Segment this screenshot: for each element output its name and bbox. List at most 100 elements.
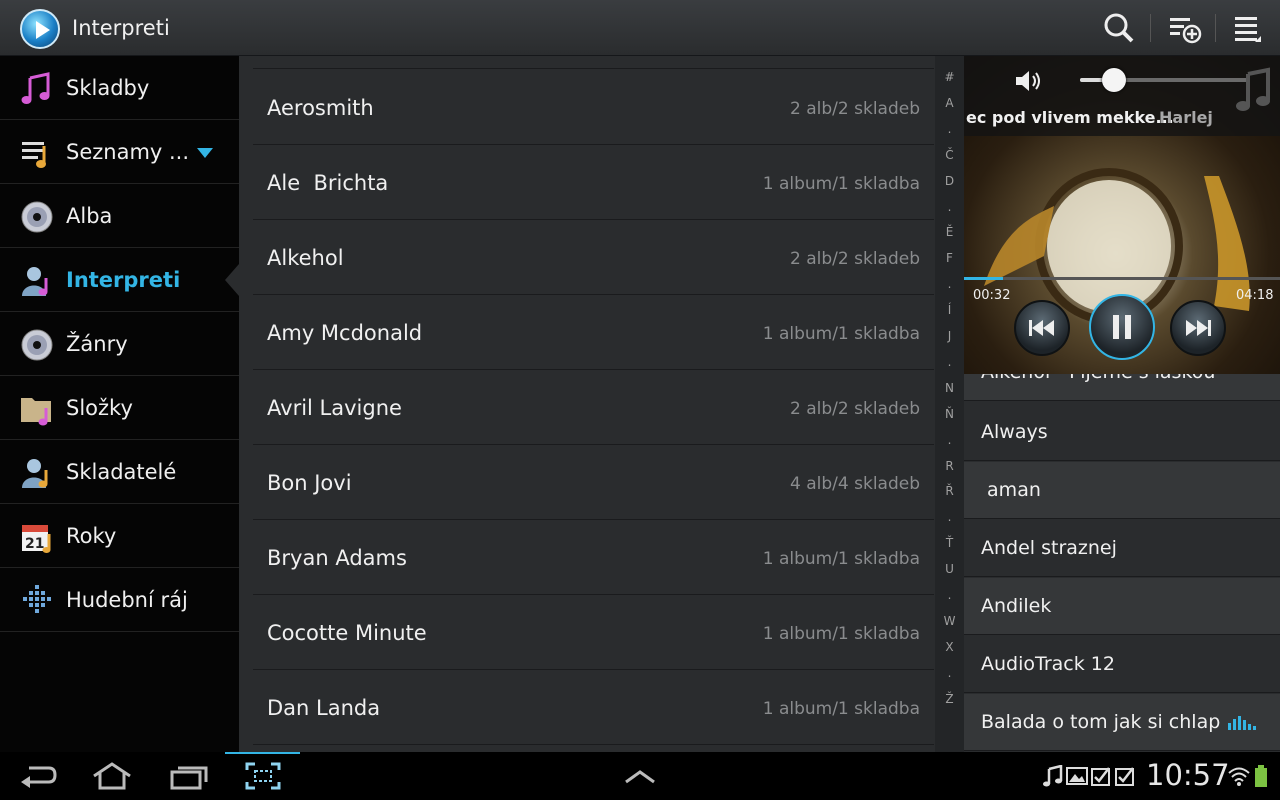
index-letter[interactable]: X <box>935 640 964 654</box>
alphabet-index-scroller[interactable]: # A. Č D. Ě F. Í J. N Ň. R Ř. Ť U. W X. Ž <box>935 56 964 752</box>
queue-item-playing[interactable]: Balada o tom jak si chlapec <box>964 694 1280 751</box>
queue-item-label: Balada o tom jak si chlapec <box>981 711 1221 733</box>
artist-count: 1 album/1 skladba <box>762 549 920 569</box>
index-letter[interactable]: . <box>935 277 964 291</box>
artist-icon <box>22 267 48 296</box>
index-letter[interactable]: U <box>935 562 964 576</box>
app-logo-icon[interactable] <box>20 9 60 49</box>
nav-label: Žánry <box>66 332 128 356</box>
index-letter[interactable]: D <box>935 174 964 188</box>
index-letter[interactable]: . <box>935 200 964 214</box>
list-item[interactable]: Avril Lavigne 2 alb/2 skladeb <box>253 370 934 445</box>
nav-item-zanry[interactable]: Žánry <box>0 312 239 376</box>
list-item[interactable] <box>253 56 934 69</box>
list-item[interactable]: Dan Landa 1 album/1 skladba <box>253 670 934 745</box>
home-icon[interactable] <box>90 760 134 792</box>
list-item[interactable]: Aerosmith 2 alb/2 skladeb <box>253 70 934 145</box>
list-item[interactable]: Cocotte Minute 1 album/1 skladba <box>253 595 934 670</box>
nav-item-skladatele[interactable]: Skladatelé <box>0 440 239 504</box>
index-letter[interactable]: Ž <box>935 692 964 706</box>
previous-button[interactable] <box>1014 300 1070 356</box>
queue-item[interactable]: AudioTrack 12 <box>964 636 1280 693</box>
index-letter[interactable]: Č <box>935 148 964 162</box>
next-button[interactable] <box>1170 300 1226 356</box>
checkbox-notification-icon[interactable] <box>1114 765 1136 787</box>
cd-icon <box>21 329 53 361</box>
dropdown-arrow-icon[interactable] <box>196 147 214 159</box>
index-letter[interactable]: . <box>935 510 964 524</box>
music-square-icon <box>23 585 51 613</box>
rewind-icon <box>1029 320 1054 336</box>
recent-apps-icon[interactable] <box>166 760 210 792</box>
index-letter[interactable]: Ě <box>935 225 964 239</box>
artist-count: 2 alb/2 skladeb <box>790 99 920 119</box>
add-to-playlist-icon[interactable] <box>1160 8 1208 48</box>
index-letter[interactable]: . <box>935 122 964 136</box>
system-bar: 10:57 <box>0 752 1280 800</box>
index-letter[interactable]: . <box>935 666 964 680</box>
volume-knob[interactable] <box>1101 68 1126 92</box>
list-item[interactable]: Bon Jovi 4 alb/4 skladeb <box>253 445 934 520</box>
cd-icon <box>21 201 53 233</box>
up-arrow-icon[interactable] <box>618 760 662 792</box>
artist-count: 1 album/1 skladba <box>762 624 920 644</box>
index-letter[interactable]: N <box>935 381 964 395</box>
nav-item-interpreti[interactable]: Interpreti <box>0 248 239 312</box>
now-playing-title: ec pod vlivem mekke... <box>966 108 1174 127</box>
elapsed-time: 00:32 <box>973 288 1011 303</box>
index-letter[interactable]: A <box>935 96 964 110</box>
index-letter[interactable]: F <box>935 251 964 265</box>
nav-item-roky[interactable]: 21 Roky <box>0 504 239 568</box>
queue-item[interactable]: Always <box>964 404 1280 461</box>
index-letter[interactable]: R <box>935 459 964 473</box>
index-letter[interactable]: Í <box>935 303 964 317</box>
artist-name: Alkehol <box>267 246 344 270</box>
music-note-watermark-icon <box>1236 67 1270 111</box>
pause-button[interactable] <box>1089 294 1155 360</box>
screenshot-icon[interactable] <box>241 760 285 792</box>
index-letter[interactable]: # <box>935 70 964 84</box>
index-letter[interactable]: . <box>935 355 964 369</box>
nav-item-alba[interactable]: Alba <box>0 184 239 248</box>
gallery-notification-icon[interactable] <box>1066 765 1088 787</box>
music-notification-icon[interactable] <box>1042 765 1064 787</box>
checkbox-notification-icon[interactable] <box>1090 765 1112 787</box>
volume-slider[interactable] <box>1080 68 1248 92</box>
seek-bar[interactable] <box>964 277 1280 280</box>
total-time: 04:18 <box>1236 288 1274 303</box>
artist-list[interactable]: Aerosmith 2 alb/2 skladeb Ale Brichta 1 … <box>239 56 935 752</box>
artist-name: Avril Lavigne <box>267 396 402 420</box>
nav-item-hudebni-raj[interactable]: Hudební ráj <box>0 568 239 632</box>
volume-icon[interactable] <box>1014 68 1046 94</box>
menu-list-icon[interactable] <box>1225 8 1273 48</box>
mini-player: ec pod vlivem mekke... Harlej 00:32 04:1… <box>964 56 1280 374</box>
queue-item[interactable]: Andel straznej <box>964 520 1280 577</box>
nav-item-seznamy[interactable]: Seznamy ... <box>0 120 239 184</box>
list-item[interactable]: Amy Mcdonald 1 album/1 skladba <box>253 295 934 370</box>
list-item[interactable]: Alkehol 2 alb/2 skladeb <box>253 220 934 295</box>
nav-label: Roky <box>66 524 117 548</box>
index-letter[interactable]: . <box>935 433 964 447</box>
queue-item-label: aman <box>981 479 1041 501</box>
search-icon[interactable] <box>1095 8 1143 48</box>
index-letter[interactable]: . <box>935 588 964 602</box>
nav-item-slozky[interactable]: Složky <box>0 376 239 440</box>
artist-name: Dan Landa <box>267 696 381 720</box>
play-queue[interactable]: Alkehol - Pijeme s láskou Always aman An… <box>964 374 1280 752</box>
index-letter[interactable]: Ť <box>935 536 964 550</box>
queue-item[interactable]: Alkehol - Pijeme s láskou <box>964 374 1280 401</box>
list-item[interactable]: Ale Brichta 1 album/1 skladba <box>253 145 934 220</box>
index-letter[interactable]: W <box>935 614 964 628</box>
seek-progress <box>964 277 1004 280</box>
artist-name: Ale Brichta <box>267 171 389 195</box>
nav-item-skladby[interactable]: Skladby <box>0 56 239 120</box>
list-item[interactable]: Bryan Adams 1 album/1 skladba <box>253 520 934 595</box>
index-letter[interactable]: Ř <box>935 484 964 498</box>
calendar-icon: 21 <box>22 525 51 553</box>
back-icon[interactable] <box>17 760 61 792</box>
queue-item[interactable]: Andilek <box>964 578 1280 635</box>
now-playing-equalizer-icon <box>1228 716 1256 730</box>
queue-item[interactable]: aman <box>964 462 1280 519</box>
index-letter[interactable]: J <box>935 329 964 343</box>
index-letter[interactable]: Ň <box>935 407 964 421</box>
